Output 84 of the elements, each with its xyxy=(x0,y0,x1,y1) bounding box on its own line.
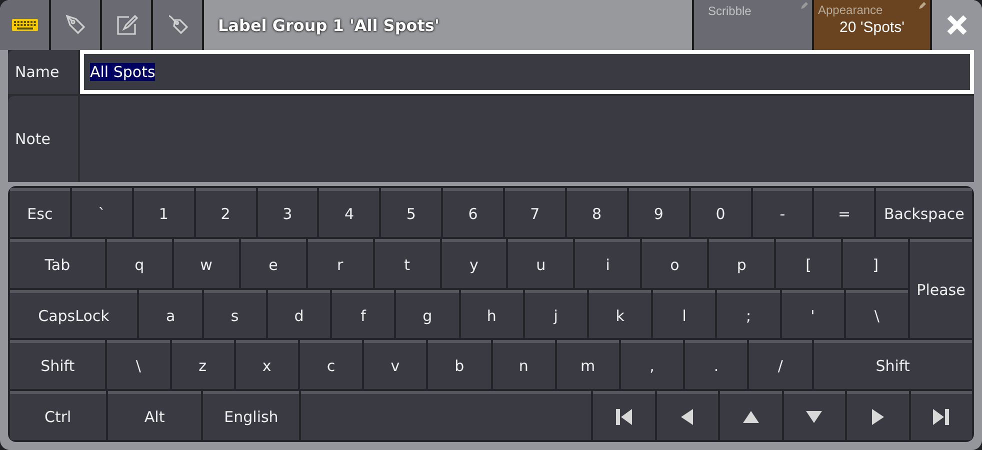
keyboard-key[interactable]: w xyxy=(174,238,239,288)
keyboard-key[interactable]: 6 xyxy=(443,188,503,237)
keyboard-key[interactable]: z xyxy=(172,340,234,390)
appearance-button[interactable]: Appearance 20 'Spots' xyxy=(812,0,932,50)
keyboard-key[interactable]: / xyxy=(749,340,812,390)
keyboard-key[interactable]: Shift xyxy=(814,340,972,390)
keyboard-key[interactable]: ] xyxy=(843,238,908,288)
skip-start-icon xyxy=(614,407,634,428)
keyboard-key[interactable]: ; xyxy=(717,290,780,338)
keyboard-key[interactable]: b xyxy=(428,340,491,390)
keyboard-key[interactable]: f xyxy=(332,290,394,338)
keyboard-icon xyxy=(12,19,38,31)
arrow-key[interactable] xyxy=(593,391,655,440)
arrow-key[interactable] xyxy=(910,391,972,440)
keyboard-key[interactable]: 7 xyxy=(505,188,565,237)
keyboard-key[interactable]: a xyxy=(139,290,202,338)
arrow-key[interactable] xyxy=(784,391,846,440)
keyboard-key[interactable]: = xyxy=(814,188,874,237)
keyboard-key[interactable]: Ctrl xyxy=(10,391,106,440)
keyboard-key[interactable]: l xyxy=(653,290,716,338)
keyboard-key[interactable]: 9 xyxy=(628,188,689,237)
keyboard-key[interactable]: m xyxy=(556,340,619,390)
keyboard-key[interactable]: s xyxy=(204,290,266,338)
keyboard-key[interactable]: c xyxy=(300,340,362,390)
keyboard-key[interactable]: r xyxy=(308,238,373,288)
keyboard-key[interactable]: [ xyxy=(776,238,842,288)
keyboard-key[interactable]: English xyxy=(203,391,300,440)
keyboard-key[interactable]: p xyxy=(709,238,774,288)
keyboard-key[interactable]: \ xyxy=(107,340,170,390)
skip-end-icon xyxy=(931,407,952,428)
keyboard-key[interactable]: q xyxy=(106,238,172,288)
appearance-value: 20 'Spots' xyxy=(840,19,904,36)
keyboard-key[interactable]: 3 xyxy=(258,188,318,237)
keyboard-key[interactable]: ' xyxy=(782,290,844,338)
keyboard-key[interactable]: t xyxy=(374,238,440,288)
keyboard-key[interactable]: 8 xyxy=(566,188,627,237)
scribble-label: Scribble xyxy=(708,4,752,18)
keyboard-key[interactable]: Shift xyxy=(10,340,106,390)
toolbar-tab[interactable] xyxy=(102,0,153,50)
keyboard-key[interactable]: Please xyxy=(910,238,972,338)
keyboard-key[interactable]: o xyxy=(642,238,708,288)
keyboard-key[interactable]: y xyxy=(442,238,506,288)
keyboard-key[interactable]: u xyxy=(508,238,574,288)
keyboard-key[interactable]: CapsLock xyxy=(10,290,138,338)
keyboard-key[interactable]: 2 xyxy=(196,188,256,237)
appearance-label: Appearance xyxy=(818,3,883,17)
pencil-icon xyxy=(918,2,926,10)
keyboard-key[interactable]: g xyxy=(396,290,459,338)
close-icon xyxy=(946,14,968,36)
keyboard-key[interactable]: j xyxy=(524,290,587,338)
keyboard-key[interactable]: Tab xyxy=(10,238,105,288)
keyboard-key[interactable]: 5 xyxy=(381,188,442,237)
toolbar-tab[interactable] xyxy=(153,0,204,50)
keyboard-key[interactable]: . xyxy=(685,340,748,390)
keyboard-key[interactable]: 4 xyxy=(319,188,380,237)
field-label: Name xyxy=(8,50,78,94)
keyboard-key[interactable]: - xyxy=(752,188,812,237)
keyboard-key[interactable]: k xyxy=(588,290,652,338)
toolbar-tab[interactable] xyxy=(0,0,51,50)
pencil-icon xyxy=(800,2,808,10)
keyboard-key[interactable]: Alt xyxy=(108,391,202,440)
keyboard-key[interactable]: n xyxy=(492,340,555,390)
text-field[interactable] xyxy=(80,96,974,182)
keyboard-key[interactable]: d xyxy=(268,290,330,338)
toolbar-tab[interactable] xyxy=(51,0,102,50)
text-field[interactable]: All Spots xyxy=(80,50,974,94)
keyboard-key[interactable]: 1 xyxy=(134,188,194,237)
keyboard-key[interactable]: , xyxy=(620,340,684,390)
window-title: Label Group 1 'All Spots' xyxy=(217,14,440,36)
arrow-key[interactable] xyxy=(847,391,909,440)
keyboard-key[interactable]: v xyxy=(364,340,426,390)
keyboard-key[interactable]: 0 xyxy=(690,188,750,237)
arrow-key[interactable] xyxy=(720,391,782,440)
keyboard-key[interactable]: ` xyxy=(72,188,132,237)
keyboard-key[interactable]: Esc xyxy=(10,188,70,237)
keyboard-key[interactable]: h xyxy=(460,290,523,338)
keyboard-key[interactable]: \ xyxy=(846,290,908,338)
keyboard-key[interactable]: e xyxy=(240,238,306,288)
arrow-key[interactable] xyxy=(656,391,718,440)
keyboard-key[interactable]: Backspace xyxy=(876,188,972,237)
keyboard-key[interactable]: x xyxy=(236,340,298,390)
pencil-square-icon xyxy=(114,13,138,37)
field-label: Note xyxy=(8,96,78,182)
keyboard-key[interactable]: i xyxy=(575,238,640,288)
